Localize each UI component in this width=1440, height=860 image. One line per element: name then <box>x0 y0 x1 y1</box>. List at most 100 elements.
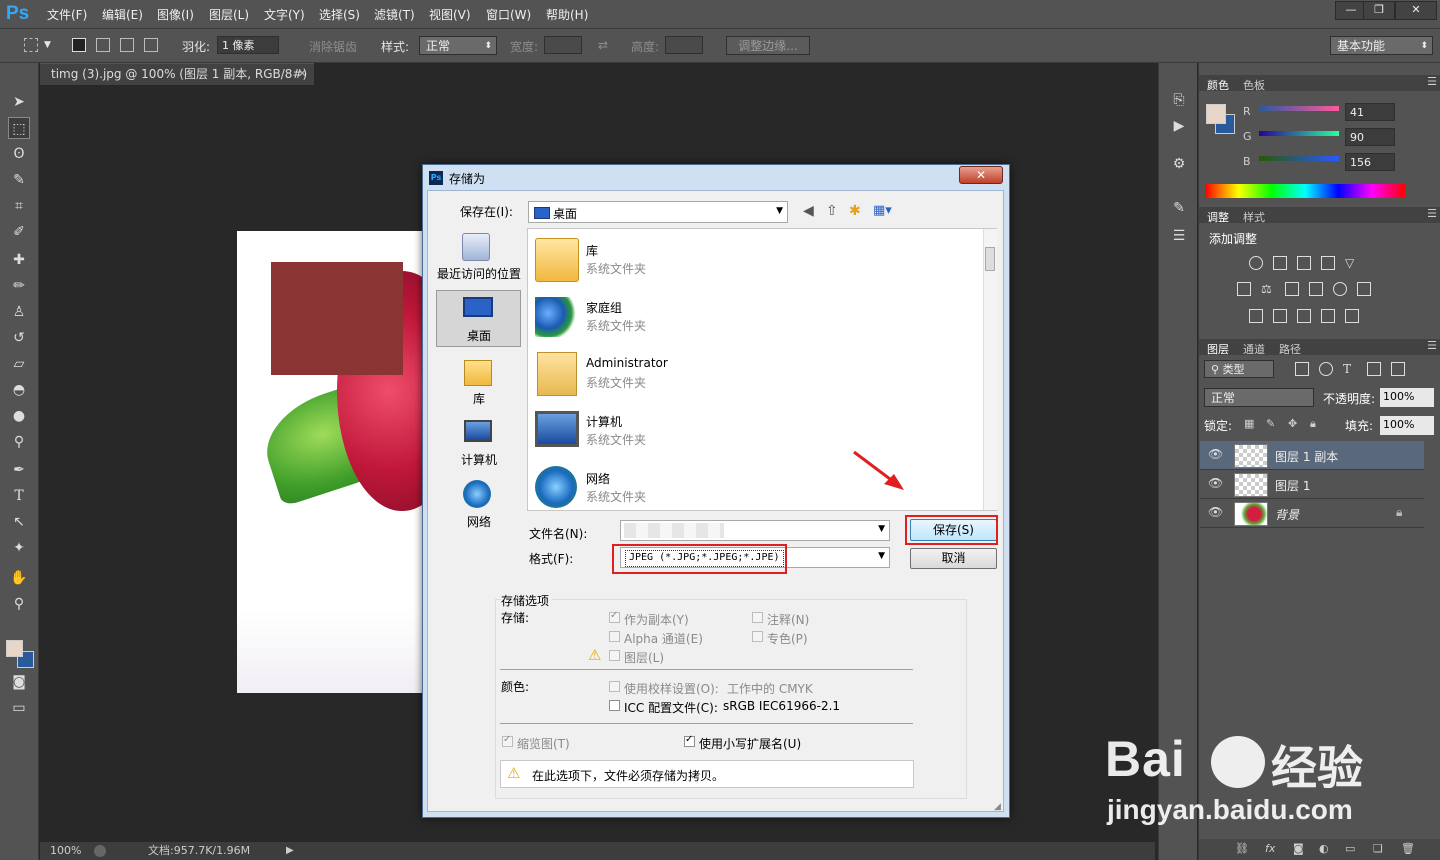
quick-select-tool-icon[interactable]: ✎ <box>8 169 30 191</box>
new-layer-icon[interactable]: ❏ <box>1373 842 1383 855</box>
g-input[interactable]: 90 <box>1345 128 1395 146</box>
folder-icon[interactable]: ▭ <box>1345 842 1355 855</box>
resize-grip-icon[interactable]: ◢ <box>994 802 1001 812</box>
view-menu-icon[interactable]: ▦▾ <box>873 203 892 218</box>
status-icon[interactable] <box>94 845 106 857</box>
lock-position-icon[interactable]: ✥ <box>1288 417 1297 430</box>
photo-filter-icon[interactable] <box>1309 282 1323 296</box>
alpha-checkbox[interactable] <box>609 631 620 642</box>
layers-checkbox[interactable] <box>609 650 620 661</box>
pen-tool-icon[interactable]: ✒ <box>8 459 30 481</box>
adjustment-layer-icon[interactable]: ◐ <box>1319 842 1329 855</box>
triangle-right-icon[interactable]: ▶ <box>286 842 294 860</box>
fg-color-swatch[interactable] <box>1206 104 1226 124</box>
brush-tool-icon[interactable]: ✏ <box>8 275 30 297</box>
eyedropper-tool-icon[interactable]: ✐ <box>8 221 30 243</box>
mask-icon[interactable]: ◙ <box>1293 842 1304 855</box>
menu-file[interactable]: 文件(F) <box>47 6 87 23</box>
filename-input[interactable]: ▼ <box>620 520 890 541</box>
opacity-input[interactable]: 100% <box>1380 388 1434 407</box>
place-computer[interactable]: 计算机 <box>436 451 522 468</box>
color-balance-icon[interactable]: ⚖ <box>1261 282 1275 296</box>
layer-row[interactable]: 👁︎ 图层 1 <box>1200 470 1424 499</box>
dialog-close-button[interactable]: ✕ <box>959 166 1003 184</box>
b-input[interactable]: 156 <box>1345 153 1395 171</box>
menu-image[interactable]: 图像(I) <box>157 6 194 23</box>
color-lookup-icon[interactable] <box>1357 282 1371 296</box>
layer-name[interactable]: 图层 1 副本 <box>1275 448 1338 465</box>
filter-shape-icon[interactable] <box>1367 362 1381 376</box>
posterize-icon[interactable] <box>1273 309 1287 323</box>
blur-tool-icon[interactable]: ● <box>8 405 30 427</box>
type-tool-icon[interactable]: T <box>8 485 30 507</box>
menu-select[interactable]: 选择(S) <box>319 6 360 23</box>
notes-checkbox[interactable] <box>752 612 763 623</box>
color-ramp[interactable] <box>1205 184 1405 198</box>
selective-color-icon[interactable] <box>1321 309 1335 323</box>
subtract-selection-icon[interactable] <box>120 38 134 52</box>
levels-icon[interactable] <box>1273 256 1287 270</box>
dodge-tool-icon[interactable]: ⚲ <box>8 431 30 453</box>
add-selection-icon[interactable] <box>96 38 110 52</box>
as-copy-checkbox[interactable]: ✓ <box>609 610 620 623</box>
feather-input[interactable]: 1 像素 <box>217 36 279 54</box>
layer-row[interactable]: 👁︎ 背景 🔒︎ <box>1200 499 1424 528</box>
place-recent[interactable]: 最近访问的位置 <box>436 265 522 282</box>
threshold-icon[interactable] <box>1297 309 1311 323</box>
lowercase-ext-checkbox[interactable]: ✓ <box>684 734 695 747</box>
eye-icon[interactable]: 👁︎ <box>1208 476 1223 490</box>
style-select[interactable]: 正常 ⬍ <box>419 36 497 55</box>
black-white-icon[interactable] <box>1285 282 1299 296</box>
file-list-scrollbar[interactable] <box>983 229 997 510</box>
eraser-tool-icon[interactable]: ▱ <box>8 353 30 375</box>
trash-icon[interactable]: 🗑︎ <box>1401 842 1415 855</box>
quick-mask-icon[interactable]: ◙ <box>8 671 30 693</box>
panel-menu-icon[interactable]: ☰ <box>1427 207 1437 220</box>
new-selection-icon[interactable] <box>72 38 86 52</box>
tab-channels[interactable]: 通道 <box>1243 341 1265 357</box>
panel-menu-icon[interactable]: ☰ <box>1427 75 1437 88</box>
save-in-select[interactable]: 桌面 ▼ <box>528 201 788 223</box>
swap-icon[interactable]: ⇄ <box>598 38 608 52</box>
menu-edit[interactable]: 编辑(E) <box>102 6 143 23</box>
hand-tool-icon[interactable]: ✋ <box>8 567 30 589</box>
menu-window[interactable]: 窗口(W) <box>486 6 531 23</box>
menu-type[interactable]: 文字(Y) <box>264 6 305 23</box>
screen-mode-icon[interactable]: ▭ <box>8 697 30 719</box>
panel-menu-icon[interactable]: ☰ <box>1427 339 1437 352</box>
filter-smart-icon[interactable] <box>1391 362 1405 376</box>
character-panel-icon[interactable]: ☰ <box>1168 225 1190 247</box>
hue-sat-icon[interactable] <box>1237 282 1251 296</box>
close-icon[interactable]: ✕ <box>298 64 307 84</box>
properties-panel-icon[interactable]: ⚙ <box>1168 153 1190 175</box>
filter-adjust-icon[interactable] <box>1319 362 1333 376</box>
file-item[interactable]: 家庭组 系统文件夹 <box>533 293 973 347</box>
file-item[interactable]: 库 系统文件夹 <box>533 236 973 290</box>
cancel-button[interactable]: 取消 <box>910 548 997 569</box>
intersect-selection-icon[interactable] <box>144 38 158 52</box>
actions-panel-icon[interactable]: ▶ <box>1168 115 1190 137</box>
proof-setup-checkbox[interactable] <box>609 681 620 692</box>
shape-tool-icon[interactable]: ✦ <box>8 537 30 559</box>
up-folder-icon[interactable]: ⇧ <box>826 203 838 219</box>
rect-marquee-tool-icon[interactable]: ⬚ <box>8 117 30 139</box>
tab-adjustments[interactable]: 调整 <box>1207 209 1229 225</box>
gradient-map-icon[interactable] <box>1345 309 1359 323</box>
menu-filter[interactable]: 滤镜(T) <box>374 6 415 23</box>
tab-layers[interactable]: 图层 <box>1207 341 1229 357</box>
document-image[interactable] <box>237 231 422 693</box>
move-tool-icon[interactable]: ➤ <box>8 91 30 113</box>
zoom-tool-icon[interactable]: ⚲ <box>8 593 30 615</box>
close-app-button[interactable]: ✕ <box>1395 1 1437 20</box>
scrollbar-thumb[interactable] <box>985 247 995 271</box>
tab-swatches[interactable]: 色板 <box>1243 77 1265 93</box>
g-slider[interactable] <box>1259 131 1339 136</box>
refine-edge-button[interactable]: 调整边缘... <box>726 36 810 55</box>
file-item[interactable]: Administrator 系统文件夹 <box>533 350 973 404</box>
zoom-level[interactable]: 100% <box>50 842 81 860</box>
filter-type-icon[interactable]: T <box>1343 362 1357 376</box>
tab-color[interactable]: 颜色 <box>1207 77 1229 93</box>
place-network[interactable]: 网络 <box>436 513 522 530</box>
r-slider[interactable] <box>1259 106 1339 111</box>
chevron-down-icon[interactable]: ▼ <box>44 40 51 50</box>
